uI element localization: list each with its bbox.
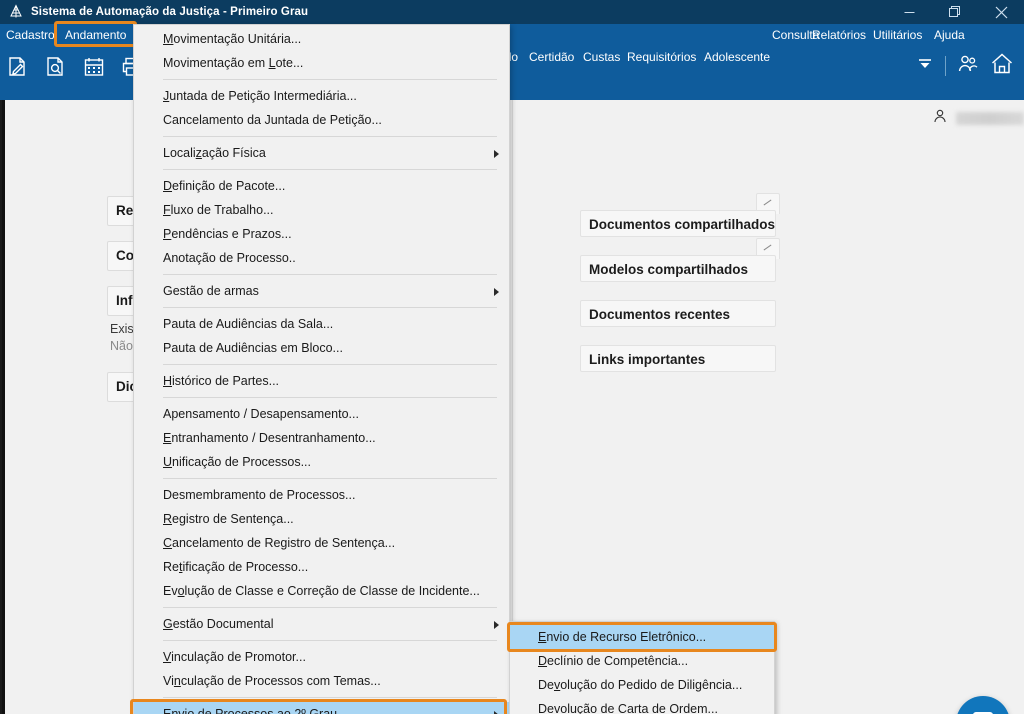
menu-item-hist-rico-de-partes[interactable]: Histórico de Partes...	[134, 369, 509, 393]
scales-of-justice-icon	[7, 3, 25, 21]
menu-separator	[163, 307, 497, 308]
edit-document-icon[interactable]	[4, 53, 32, 81]
home-icon[interactable]	[990, 52, 1014, 81]
menu-separator	[163, 136, 497, 137]
menu-item-anota-o-de-processo[interactable]: Anotação de Processo..	[134, 246, 509, 270]
submenu-certido[interactable]: Certidão	[529, 46, 574, 68]
user-account-icon	[932, 108, 948, 129]
submenu-adolescente[interactable]: Adolescente	[704, 46, 770, 68]
menu-ajuda[interactable]: Ajuda	[928, 24, 971, 46]
menu-item-gest-o-de-armas[interactable]: Gestão de armas	[134, 279, 509, 303]
menu-separator	[163, 79, 497, 80]
menu-item-envio-de-processos-ao-2-grau[interactable]: Envio de Processos ao 2º Grau	[134, 702, 509, 714]
restore-button[interactable]	[932, 0, 978, 24]
calendar-icon[interactable]	[80, 53, 108, 81]
submenu-item-devolu-o-de-carta-de-ordem[interactable]: Devolução de Carta de Ordem...	[510, 697, 774, 714]
card-documentos-recentes[interactable]: Documentos recentes	[580, 300, 776, 327]
menu-item-evolu-o-de-classe-e-corre-o-de-classe-de-incidente[interactable]: Evolução de Classe e Correção de Classe …	[134, 579, 509, 603]
menu-separator	[163, 364, 497, 365]
menu-item-pend-ncias-e-prazos[interactable]: Pendências e Prazos...	[134, 222, 509, 246]
menu-item-cancelamento-da-juntada-de-peti-o[interactable]: Cancelamento da Juntada de Petição...	[134, 108, 509, 132]
toolbar	[4, 46, 146, 88]
menu-cadastro[interactable]: Cadastro	[0, 24, 61, 46]
menu-separator	[163, 169, 497, 170]
envio-processos-submenu: Envio de Recurso Eletrônico... Declínio d…	[507, 621, 777, 714]
menu-item-pauta-de-audi-ncias-em-bloco[interactable]: Pauta de Audiências em Bloco...	[134, 336, 509, 360]
panel-edge	[2, 100, 5, 714]
menu-item-gest-o-documental[interactable]: Gestão Documental	[134, 612, 509, 636]
chat-bubble-icon	[969, 707, 997, 714]
application-window: Sistema de Automação da Justiça - Primei…	[0, 0, 1024, 714]
users-icon[interactable]	[956, 52, 980, 81]
menu-utilitrios[interactable]: Utilitários	[867, 24, 928, 46]
submenu-item-envio-de-recurso-eletr-nico[interactable]: Envio de Recurso Eletrônico...	[510, 625, 774, 649]
menu-item-cancelamento-de-registro-de-senten-a[interactable]: Cancelamento de Registro de Sentença...	[134, 531, 509, 555]
menu-item-fluxo-de-trabalho[interactable]: Fluxo de Trabalho...	[134, 198, 509, 222]
menu-item-unifica-o-de-processos[interactable]: Unificação de Processos...	[134, 450, 509, 474]
left-note: Exis	[110, 322, 134, 336]
header-actions	[915, 46, 1014, 86]
menu-item-movimenta-o-em-lote[interactable]: Movimentação em Lote...	[134, 51, 509, 75]
submenu-requisitrios[interactable]: Requisitórios	[627, 46, 696, 68]
user-name	[956, 112, 1024, 125]
minimize-button[interactable]	[886, 0, 932, 24]
menu-item-registro-de-senten-a[interactable]: Registro de Sentença...	[134, 507, 509, 531]
menu-andamento[interactable]: Andamento	[54, 21, 138, 47]
menu-separator	[163, 697, 497, 698]
left-note: Não	[110, 339, 133, 353]
header-divider	[945, 56, 946, 76]
card-links-importantes[interactable]: Links importantes	[580, 345, 776, 372]
menu-separator	[163, 397, 497, 398]
chevron-down-icon[interactable]	[915, 54, 935, 79]
menu-item-apensamento-desapensamento[interactable]: Apensamento / Desapensamento...	[134, 402, 509, 426]
submenu-item-decl-nio-de-compet-ncia[interactable]: Declínio de Competência...	[510, 649, 774, 673]
menu-relatrios[interactable]: Relatórios	[806, 24, 872, 46]
andamento-dropdown-menu: Movimentação Unitária... Movimentação em …	[130, 24, 510, 714]
window-controls	[886, 0, 1024, 24]
submenu-item-devolu-o-do-pedido-de-dilig-ncia[interactable]: Devolução do Pedido de Diligência...	[510, 673, 774, 697]
menu-item-vincula-o-de-processos-com-temas[interactable]: Vinculação de Processos com Temas...	[134, 669, 509, 693]
menu-item-retifica-o-de-processo[interactable]: Retificação de Processo...	[134, 555, 509, 579]
menu-item-localiza-o-f-sica[interactable]: Localização Física	[134, 141, 509, 165]
window-title: Sistema de Automação da Justiça - Primei…	[31, 6, 309, 18]
user-account[interactable]	[932, 108, 1024, 129]
card-modelos-compartilhados[interactable]: Modelos compartilhados	[580, 255, 776, 282]
menu-item-juntada-de-peti-o-intermedi-ria[interactable]: Juntada de Petição Intermediária...	[134, 84, 509, 108]
close-button[interactable]	[978, 0, 1024, 24]
menu-item-defini-o-de-pacote[interactable]: Definição de Pacote...	[134, 174, 509, 198]
search-document-icon[interactable]	[42, 53, 70, 81]
menu-item-vincula-o-de-promotor[interactable]: Vinculação de Promotor...	[134, 645, 509, 669]
submenu-custas[interactable]: Custas	[583, 46, 620, 68]
title-bar: Sistema de Automação da Justiça - Primei…	[0, 0, 1024, 24]
menu-item-pauta-de-audi-ncias-da-sala[interactable]: Pauta de Audiências da Sala...	[134, 312, 509, 336]
menu-item-movimenta-o-unit-ria[interactable]: Movimentação Unitária...	[134, 27, 509, 51]
menu-separator	[163, 478, 497, 479]
menu-separator	[163, 607, 497, 608]
menu-item-desmembramento-de-processos[interactable]: Desmembramento de Processos...	[134, 483, 509, 507]
menu-separator	[163, 274, 497, 275]
menu-item-entranhamento-desentranhamento[interactable]: Entranhamento / Desentranhamento...	[134, 426, 509, 450]
card-documentos-compartilhados[interactable]: Documentos compartilhados	[580, 210, 776, 237]
menu-separator	[163, 640, 497, 641]
